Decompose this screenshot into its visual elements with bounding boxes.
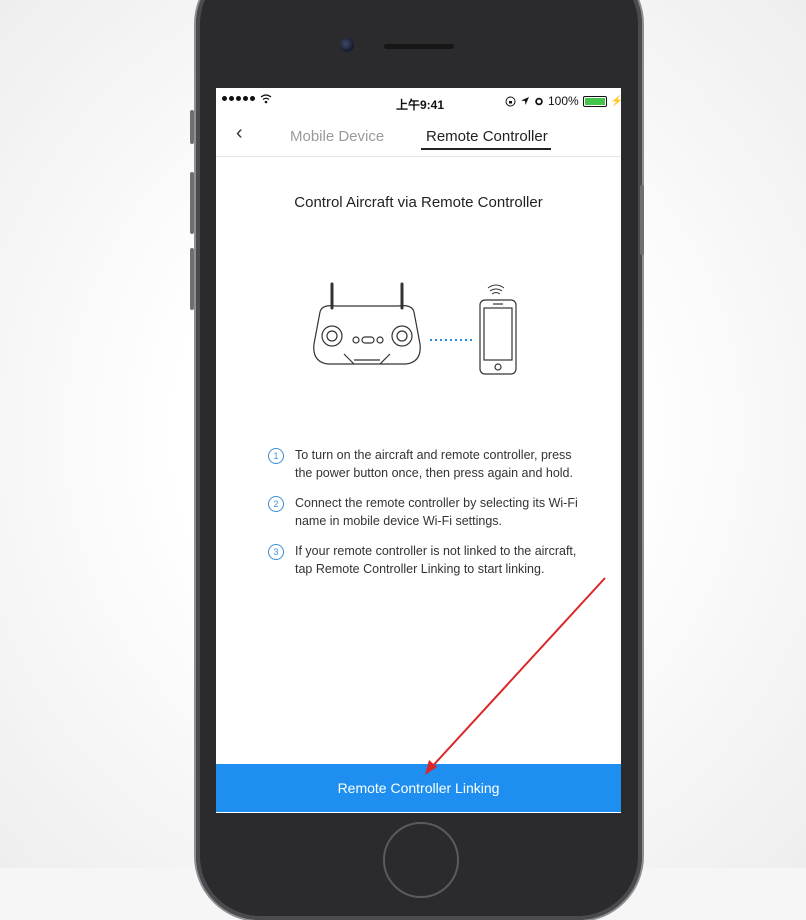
home-button	[383, 822, 459, 898]
active-tab-indicator	[421, 148, 551, 150]
controller-phone-illustration	[313, 282, 517, 375]
list-item: 3 If your remote controller is not linke…	[268, 542, 588, 578]
status-right-group: 100% ⚡	[505, 94, 621, 108]
power-button	[640, 185, 644, 255]
top-navigation: ‹ Mobile Device Remote Controller	[216, 116, 621, 157]
list-item: 1 To turn on the aircraft and remote con…	[268, 446, 588, 482]
battery-percentage: 100%	[548, 94, 579, 108]
volume-up-button	[190, 172, 194, 234]
battery-icon	[582, 95, 607, 107]
step-text: If your remote controller is not linked …	[295, 544, 577, 576]
status-bar: 上午9:41 100% ⚡	[216, 88, 621, 116]
step-text: To turn on the aircraft and remote contr…	[295, 448, 573, 480]
mute-switch	[190, 110, 194, 144]
wireless-signal-icon	[487, 284, 505, 295]
remote-controller-linking-button[interactable]: Remote Controller Linking	[216, 764, 621, 812]
status-time: 上午9:41	[396, 98, 445, 112]
tab-mobile-device[interactable]: Mobile Device	[290, 128, 384, 145]
step-text: Connect the remote controller by selecti…	[295, 496, 578, 528]
front-camera	[340, 38, 354, 52]
list-item: 2 Connect the remote controller by selec…	[268, 494, 588, 530]
alarm-icon	[535, 97, 543, 106]
smartphone-icon	[479, 299, 517, 375]
signal-strength-icon	[222, 96, 255, 101]
volume-down-button	[190, 248, 194, 310]
step-number-badge: 1	[268, 448, 284, 464]
charging-icon: ⚡	[610, 95, 621, 107]
location-icon	[521, 97, 529, 105]
screen-lock-icon	[505, 96, 516, 106]
chevron-left-icon[interactable]: ‹	[236, 122, 243, 145]
page-title: Control Aircraft via Remote Controller	[294, 194, 543, 211]
earpiece-speaker	[384, 44, 454, 49]
step-number-badge: 2	[268, 496, 284, 512]
instruction-list: 1 To turn on the aircraft and remote con…	[268, 446, 588, 590]
step-number-badge: 3	[268, 544, 284, 560]
tab-remote-controller[interactable]: Remote Controller	[426, 128, 548, 145]
app-screen: 上午9:41 100% ⚡ ‹ Mobile Device Remote Con…	[216, 88, 621, 813]
wifi-icon	[260, 94, 272, 104]
remote-controller-icon	[313, 282, 421, 365]
